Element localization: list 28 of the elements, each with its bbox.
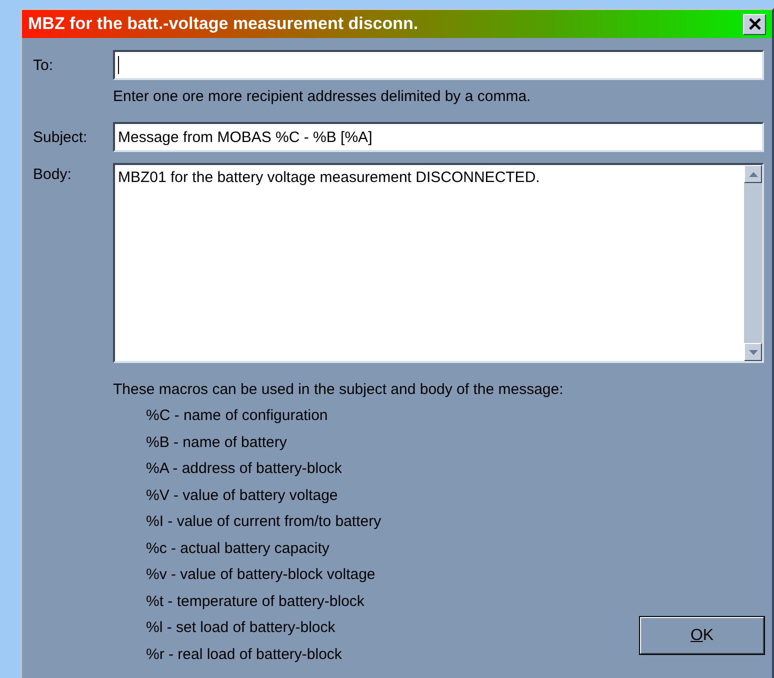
up-arrow-icon — [748, 172, 758, 176]
input-field[interactable]: Message from MOBAS %C - %B [%A] — [113, 122, 764, 152]
field-label: Subject: — [33, 128, 88, 146]
close-button[interactable] — [743, 14, 766, 34]
macro-item: %t - temperature of battery-block — [145, 592, 366, 612]
macro-item: %I - value of current from/to battery — [145, 512, 382, 532]
macro-item: %B - name of battery — [145, 432, 288, 452]
macro-item: %C - name of configuration — [145, 406, 329, 426]
text-caret — [118, 56, 119, 74]
macro-item: %c - actual battery capacity — [145, 538, 330, 558]
macros-intro: These macros can be used in the subject and body of the message: — [113, 380, 564, 400]
close-icon — [748, 17, 762, 31]
scroll-down-button[interactable] — [744, 343, 762, 361]
hint-text: Enter one ore more recipient addresses delimited by a comma. — [113, 88, 532, 105]
macro-item: %r - real load of battery-block — [145, 644, 343, 664]
input-field[interactable] — [113, 50, 764, 80]
macro-item: %A - address of battery-block — [145, 459, 343, 479]
ok-button[interactable]: OK — [640, 617, 764, 654]
text-area[interactable]: MBZ01 for the battery voltage measurement DISCONNECTED. — [113, 163, 764, 363]
scroll-up-button[interactable] — [744, 165, 762, 183]
macro-item: %v - value of battery-block voltage — [145, 565, 376, 585]
field-label: To: — [33, 56, 54, 74]
field-label: Body: — [33, 165, 72, 183]
macro-item: %V - value of battery voltage — [145, 486, 339, 506]
window-title: MBZ for the batt.-voltage measurement disconn. — [28, 14, 418, 34]
down-arrow-icon — [748, 350, 758, 354]
macro-item: %l - set load of battery-block — [145, 618, 336, 638]
scrollbar[interactable] — [744, 165, 762, 361]
